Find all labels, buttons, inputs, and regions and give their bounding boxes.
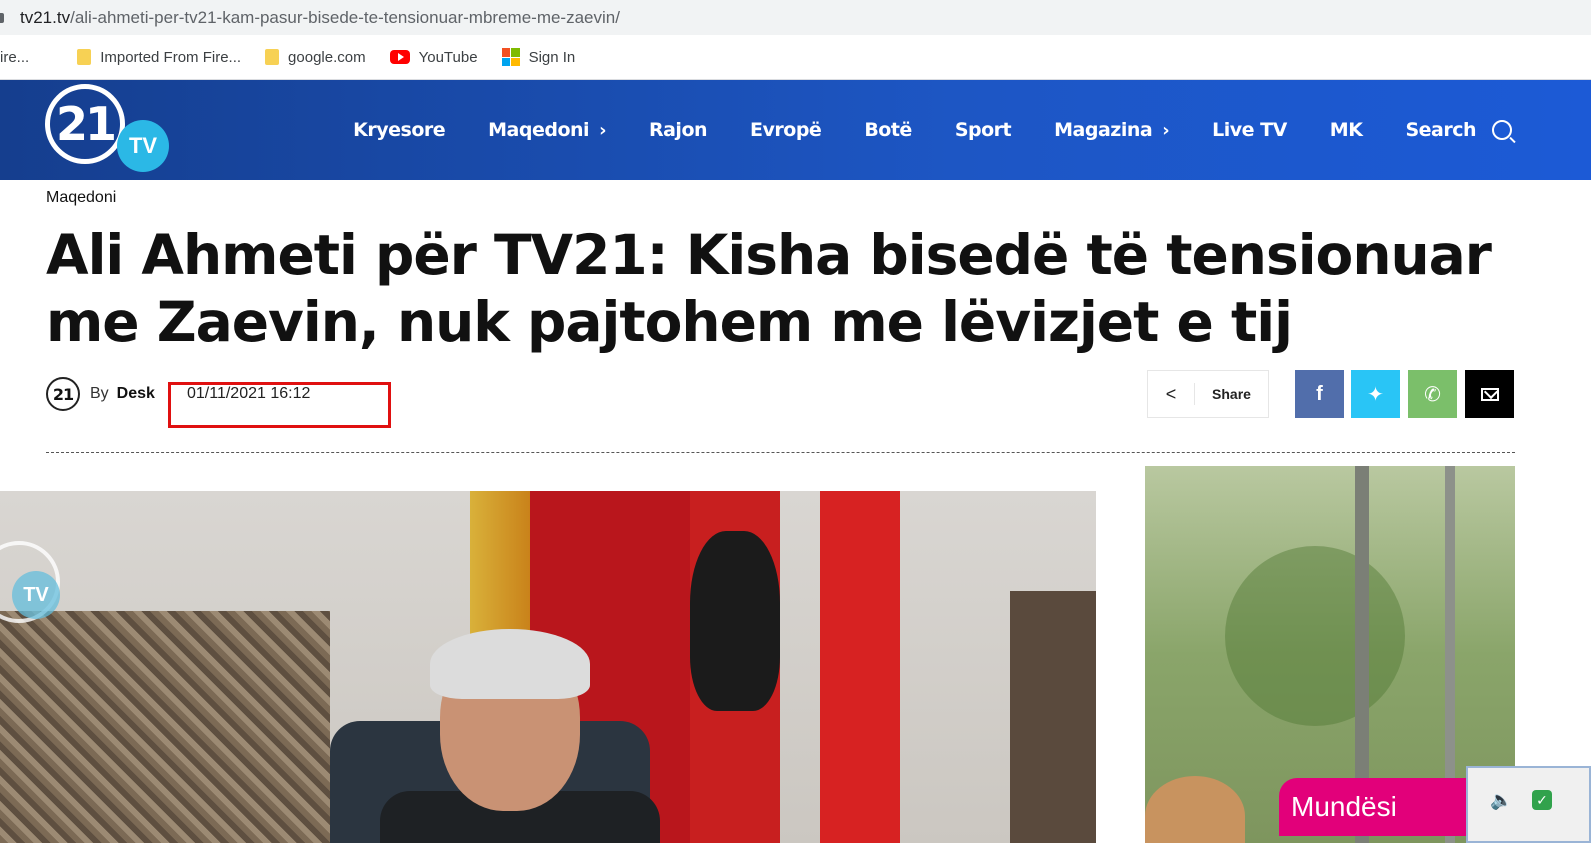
ad-tree (1225, 546, 1405, 726)
folder-icon (265, 49, 280, 65)
folder-icon (77, 49, 92, 65)
nav-item-live-tv[interactable]: Live TV (1212, 119, 1287, 141)
facebook-share-button[interactable]: f (1295, 370, 1344, 418)
nav-item-mk[interactable]: MK (1330, 119, 1363, 141)
bookmarks-bar: ire... Imported From Fire... google.com … (0, 35, 1591, 80)
chevron-right-icon: › (599, 119, 606, 141)
nav-label: Botë (864, 119, 912, 141)
nav-item-sport[interactable]: Sport (954, 119, 1012, 141)
url-domain: tv21.tv (20, 7, 71, 27)
nav-item-region[interactable]: Rajon (648, 119, 708, 141)
article-title: Ali Ahmeti për TV21: Kisha bisedë të ten… (46, 223, 1492, 354)
logo-ring: 21 (45, 84, 125, 164)
mail-icon (1480, 387, 1499, 401)
watermark-tv-badge: TV (12, 571, 60, 619)
ad-person (1145, 776, 1245, 843)
bookmark-item[interactable]: google.com (265, 49, 366, 66)
nav-label: Sport (954, 119, 1012, 141)
bookmark-label: Imported From Fire... (100, 48, 242, 66)
lock-icon (0, 12, 4, 23)
search-icon (1492, 120, 1512, 140)
share-button[interactable]: < Share (1147, 370, 1269, 418)
date-highlight-box (168, 382, 391, 428)
whatsapp-icon: ✆ (1424, 383, 1441, 406)
nav-item-magazine[interactable]: Magazina › (1054, 119, 1169, 141)
nav-label: Magazina (1054, 119, 1153, 141)
nav-item-europe[interactable]: Evropë (750, 119, 822, 141)
bookmark-item[interactable]: Imported From Fire... (77, 49, 241, 66)
share-label: Share (1212, 386, 1251, 402)
main-nav: Kryesore Maqedoni › Rajon Evropë Botë Spo… (310, 80, 1512, 180)
bookmark-label: ire... (0, 48, 30, 66)
chevron-right-icon: › (1162, 119, 1170, 141)
photo-shelf (1010, 591, 1096, 843)
email-share-button[interactable] (1465, 370, 1514, 418)
site-logo[interactable]: 21 TV (45, 84, 175, 176)
author-name[interactable]: Desk (117, 385, 155, 403)
byline: 21 By Desk (46, 375, 155, 413)
facebook-icon: f (1316, 382, 1323, 405)
article-photo: TV (0, 491, 1096, 843)
nav-label: Rajon (648, 119, 708, 141)
author-avatar[interactable]: 21 (46, 377, 80, 411)
youtube-icon (389, 50, 410, 64)
photo-flag (820, 491, 900, 843)
bookmark-item[interactable]: YouTube (389, 48, 478, 66)
divider (46, 452, 1515, 453)
twitter-share-button[interactable]: ✦ (1351, 370, 1400, 418)
bookmark-label: Sign In (528, 48, 576, 66)
photo-eagle (690, 531, 780, 711)
nav-item-macedonia[interactable]: Maqedoni › (488, 119, 606, 141)
photo-person-hair (430, 629, 590, 699)
site-header: 21 TV Kryesore Maqedoni › Rajon Evropë Bo… (0, 80, 1591, 180)
speaker-icon[interactable]: 🔈 (1490, 790, 1512, 811)
photo-mosaic-map (0, 611, 330, 843)
nav-label: Kryesore (353, 119, 446, 141)
bookmark-label: google.com (288, 48, 366, 66)
url-path: /ali-ahmeti-per-tv21-kam-pasur-bisede-te… (70, 7, 620, 27)
microsoft-icon (501, 48, 520, 66)
system-tray-popup: 🔈 ✓ (1466, 766, 1591, 843)
address-bar[interactable]: tv21.tv/ali-ahmeti-per-tv21-kam-pasur-bi… (0, 0, 1591, 35)
logo-tv-badge: TV (117, 120, 169, 172)
security-check-icon[interactable]: ✓ (1532, 790, 1552, 810)
twitter-icon: ✦ (1367, 383, 1384, 406)
share-icon: < (1148, 383, 1195, 405)
bookmark-item[interactable]: Sign In (501, 48, 576, 66)
bookmark-item[interactable]: ire... (0, 49, 29, 66)
nav-label: Live TV (1212, 119, 1287, 141)
nav-label: Evropë (750, 119, 822, 141)
nav-item-world[interactable]: Botë (864, 119, 912, 141)
nav-label: Maqedoni (488, 119, 590, 141)
by-label: By (90, 385, 109, 402)
bookmark-label: YouTube (418, 48, 478, 66)
article-category[interactable]: Maqedoni (46, 189, 116, 207)
nav-item-home[interactable]: Kryesore (353, 119, 445, 141)
nav-label: MK (1329, 119, 1363, 141)
ad-label[interactable]: Mundësi (1279, 778, 1479, 836)
search-label: Search (1405, 119, 1476, 141)
whatsapp-share-button[interactable]: ✆ (1408, 370, 1457, 418)
search-button[interactable]: Search (1405, 119, 1512, 141)
